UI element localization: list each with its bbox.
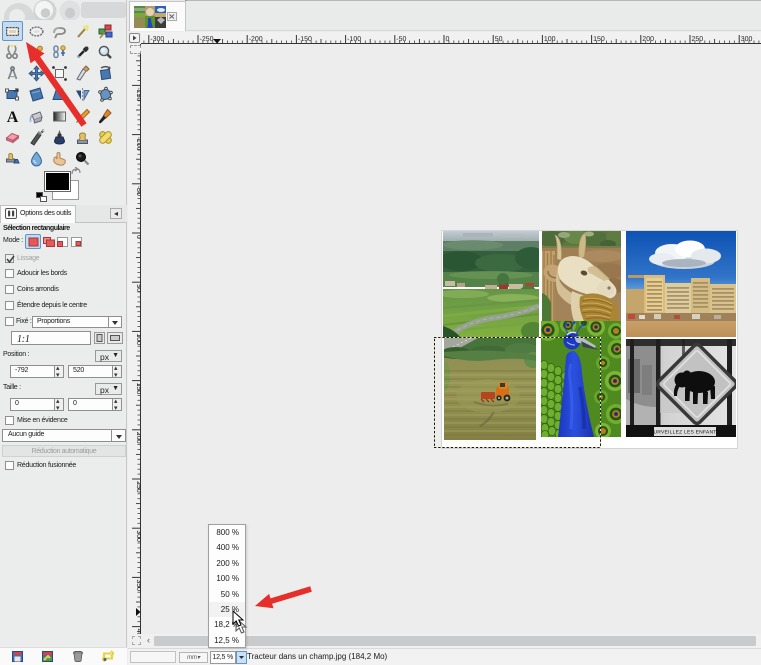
svg-text:-100: -100 [347, 36, 361, 43]
svg-text:-150: -150 [298, 36, 312, 43]
svg-text:250: 250 [692, 36, 704, 43]
svg-text:-300: -300 [150, 36, 164, 43]
svg-text:SURVEILLEZ LES ENFANTS: SURVEILLEZ LES ENFANTS [650, 430, 721, 436]
svg-text:-250: -250 [200, 36, 214, 43]
svg-text:-200: -200 [249, 36, 263, 43]
svg-text:200: 200 [642, 36, 654, 43]
svg-text:50: 50 [495, 36, 503, 43]
svg-text:300: 300 [741, 36, 753, 43]
svg-text:100: 100 [544, 36, 556, 43]
svg-text:150: 150 [593, 36, 605, 43]
